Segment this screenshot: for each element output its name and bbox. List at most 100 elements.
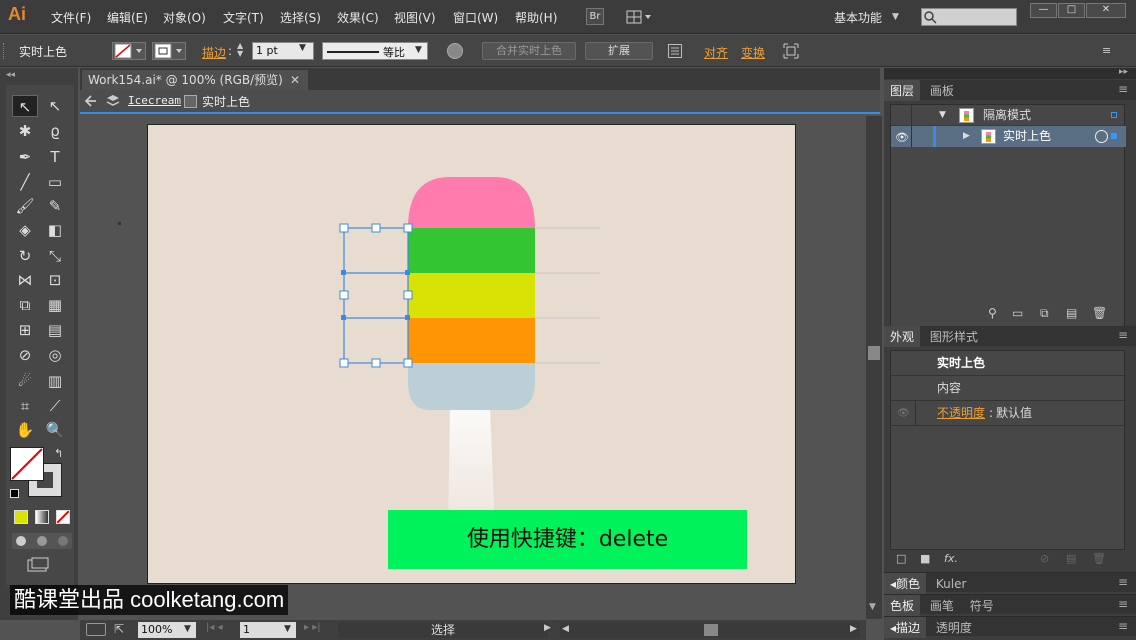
collapse-dock-icon[interactable]: ▸▸	[1119, 67, 1128, 77]
create-layer-icon[interactable]: ▤	[1066, 306, 1077, 320]
close-button[interactable]: ✕	[1086, 3, 1126, 18]
tab-symbols[interactable]: 符号	[964, 595, 1000, 616]
none-mode-icon[interactable]	[56, 510, 70, 524]
direct-selection-tool-icon[interactable]: ↖	[42, 95, 68, 117]
menu-file[interactable]: 文件(F)	[51, 9, 91, 26]
menu-select[interactable]: 选择(S)	[280, 9, 321, 26]
menu-effect[interactable]: 效果(C)	[337, 9, 379, 26]
vertical-scrollbar[interactable]: ▼	[866, 116, 882, 619]
shape-builder-tool-icon[interactable]: ⧉	[12, 294, 38, 316]
object-name[interactable]: 实时上色	[1003, 126, 1051, 147]
menu-help[interactable]: 帮助(H)	[515, 9, 557, 26]
drawing-modes-icon[interactable]	[12, 533, 72, 549]
open-icon[interactable]: ⇱	[114, 622, 124, 636]
isolate-selected-icon[interactable]	[783, 43, 799, 59]
default-colors-icon[interactable]	[10, 489, 19, 498]
blob-brush-tool-icon[interactable]: ◈	[12, 219, 38, 241]
target-indicator[interactable]	[1111, 112, 1117, 118]
clear-appearance-icon[interactable]: ⊘	[1040, 552, 1049, 565]
pencil-tool-icon[interactable]: ✎	[42, 195, 68, 217]
horizontal-scrollbar[interactable]: ◀ ▶	[560, 622, 860, 638]
panel-menu-icon[interactable]: ≡	[1118, 619, 1128, 633]
tab-kuler[interactable]: Kuler	[930, 575, 973, 593]
orange-band[interactable]	[408, 318, 535, 363]
pen-tool-icon[interactable]: ✒	[12, 146, 38, 168]
panel-menu-icon[interactable]: ≡	[1118, 82, 1128, 96]
color-mode-icon[interactable]	[14, 510, 28, 524]
appearance-opacity-row[interactable]: 👁 不透明度 : 默认值	[891, 401, 1126, 426]
breadcrumb-object[interactable]: 实时上色	[202, 93, 250, 110]
green-band[interactable]	[408, 228, 535, 273]
line-segment-tool-icon[interactable]: ╱	[12, 171, 38, 193]
add-fill-icon[interactable]: ■	[920, 552, 930, 565]
layers-row-livepaint[interactable]: 👁 ▶ 实时上色	[891, 126, 1126, 147]
fill-color-swatch[interactable]	[10, 447, 44, 481]
breadcrumb-layer[interactable]: Icecream	[128, 94, 181, 107]
grip-handle[interactable]	[3, 43, 6, 59]
scroll-down-icon[interactable]: ▼	[869, 602, 876, 612]
perspective-grid-tool-icon[interactable]: ▦	[42, 294, 68, 316]
tab-layers[interactable]: 图层	[884, 80, 921, 101]
tab-swatches[interactable]: 色板	[884, 595, 921, 616]
merge-live-paint-button[interactable]: 合并实时上色	[482, 42, 576, 60]
layers-row-isolation[interactable]: ▼ 隔离模式	[891, 105, 1126, 126]
fill-swatch-dropdown[interactable]	[112, 42, 146, 60]
stroke-link[interactable]: 描边	[202, 44, 226, 61]
make-clipping-mask-icon[interactable]: ▭	[1012, 306, 1023, 320]
opacity-link[interactable]: 不透明度	[937, 401, 985, 426]
variable-width-profile-dropdown[interactable]: 等比 ▼	[322, 42, 428, 60]
scale-tool-icon[interactable]: ⤡	[42, 245, 68, 267]
align-link[interactable]: 对齐	[704, 44, 728, 61]
selection-tool-icon[interactable]: ↖	[12, 95, 38, 117]
yellow-band[interactable]	[408, 273, 535, 318]
transform-link[interactable]: 变换	[741, 44, 765, 61]
visibility-eye-icon[interactable]: 👁	[895, 127, 909, 148]
arrange-documents-icon[interactable]	[626, 9, 652, 25]
vertical-scroll-thumb[interactable]	[868, 346, 880, 360]
collapse-panel-icon[interactable]: ◂◂	[6, 70, 15, 80]
slice-tool-icon[interactable]: ⟋	[42, 395, 68, 417]
document-tab[interactable]: Work154.ai* @ 100% (RGB/预览) ✕	[82, 70, 308, 90]
lightblue-band[interactable]	[408, 363, 535, 410]
horizontal-scroll-thumb[interactable]	[704, 624, 718, 636]
locate-object-icon[interactable]: ⚲	[988, 306, 997, 320]
tab-appearance[interactable]: 外观	[884, 326, 921, 347]
expand-button[interactable]: 扩展	[585, 42, 653, 60]
menu-window[interactable]: 窗口(W)	[453, 9, 498, 26]
visibility-eye-icon[interactable]: 👁	[897, 401, 910, 426]
paintbrush-tool-icon[interactable]: 🖌	[12, 195, 38, 217]
expand-triangle-icon[interactable]: ▶	[963, 126, 970, 147]
first-artboard-icon[interactable]: |◂ ◂	[206, 622, 223, 633]
tab-stroke[interactable]: ◂描边	[884, 617, 927, 638]
artboard-tool-icon[interactable]: ⌗	[12, 395, 38, 417]
tab-graphic-styles[interactable]: 图形样式	[924, 326, 984, 347]
stroke-weight-stepper[interactable]: ▲ ▼	[237, 42, 251, 60]
zoom-tool-icon[interactable]: 🔍	[42, 419, 68, 441]
current-tool-status[interactable]: 选择	[338, 622, 548, 638]
menu-object[interactable]: 对象(O)	[163, 9, 206, 26]
gradient-tool-icon[interactable]: ▤	[42, 319, 68, 341]
share-icon[interactable]	[86, 623, 106, 636]
last-artboard-icon[interactable]: ▸ ▸|	[304, 622, 321, 633]
delete-item-icon[interactable]: 🗑	[1092, 552, 1106, 565]
selection-indicator[interactable]	[1111, 133, 1117, 139]
menu-type[interactable]: 文字(T)	[223, 9, 264, 26]
document-setup-icon[interactable]	[668, 44, 682, 58]
layer-name[interactable]: 隔离模式	[983, 105, 1031, 126]
duplicate-item-icon[interactable]: ▤	[1066, 552, 1076, 565]
add-effect-icon[interactable]: fx.	[944, 552, 958, 565]
symbol-sprayer-tool-icon[interactable]: ☄	[12, 370, 38, 392]
magic-wand-tool-icon[interactable]: ✱	[12, 120, 38, 142]
maximize-button[interactable]: □	[1058, 3, 1085, 18]
gradient-mode-icon[interactable]	[35, 510, 49, 524]
workspace-switcher[interactable]: 基本功能	[834, 9, 882, 26]
appearance-contents[interactable]: 内容	[891, 376, 1126, 401]
width-tool-icon[interactable]: ⋈	[12, 269, 38, 291]
lasso-tool-icon[interactable]: ϱ	[42, 120, 68, 142]
free-transform-tool-icon[interactable]: ⊡	[42, 269, 68, 291]
status-menu-icon[interactable]: ▶	[544, 623, 551, 633]
target-circle-icon[interactable]	[1095, 130, 1108, 143]
bridge-button[interactable]: Br	[586, 8, 604, 25]
minimize-button[interactable]: —	[1030, 3, 1057, 18]
icecream-artwork[interactable]	[330, 170, 620, 550]
